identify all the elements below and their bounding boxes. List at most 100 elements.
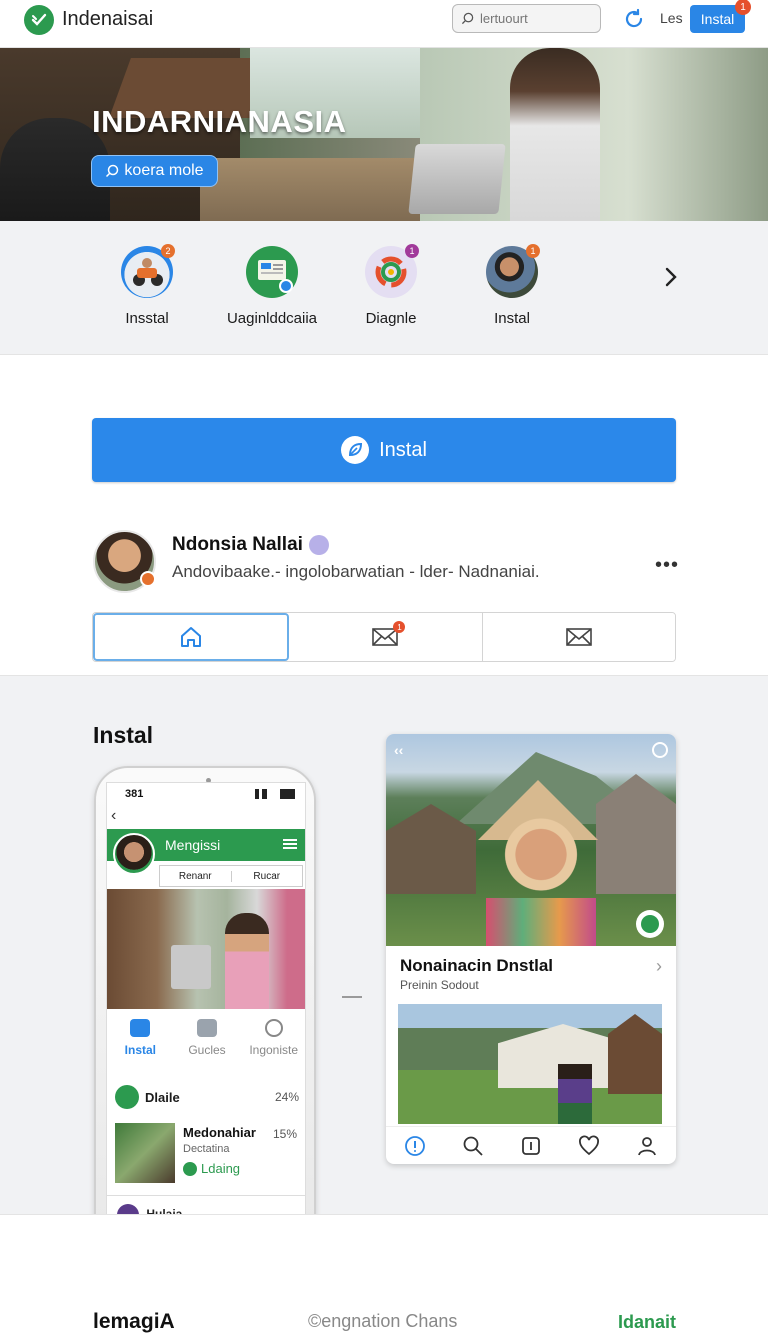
tab-home[interactable]	[93, 613, 290, 661]
profile-name: Ndonsia Nallai	[172, 534, 329, 556]
phone-tab-ingoniste[interactable]: Ingoniste	[240, 1015, 305, 1065]
hero-laptop	[408, 144, 506, 214]
section-title: Instal	[93, 722, 154, 748]
phone-tab-label: Ingoniste	[249, 1043, 299, 1057]
post-card[interactable]: ‹‹ Nonainacin Dnstlal Preinin Sodout ›	[386, 734, 676, 1164]
verified-icon	[308, 535, 329, 555]
card-status: Ldaing	[183, 1161, 240, 1176]
info-circle-icon	[405, 1135, 425, 1156]
footer-center: ©engnation Chans	[308, 1311, 458, 1331]
list-card[interactable]: Medonahiar Dectatina Ldaing 15%	[115, 1123, 305, 1187]
person-shape	[225, 913, 269, 1009]
list-item-label: Dlaile	[145, 1089, 180, 1105]
refresh-icon[interactable]	[622, 7, 646, 31]
category-item-diagnle[interactable]: 1 Diagnle	[331, 244, 451, 327]
profile-name-text: Ndonsia Nallai	[172, 534, 303, 555]
post-subtitle: Preinin Sodout	[400, 978, 479, 992]
category-item-uaginlddcaiia[interactable]: Uaginlddcaiia	[212, 246, 332, 327]
list-item-percent: 24%	[274, 1090, 299, 1104]
footer-right[interactable]: Idanait	[618, 1312, 676, 1333]
top-bar: Indenaisai Les Instal 1	[0, 0, 768, 48]
nav-search[interactable]	[444, 1127, 502, 1164]
menu-icon[interactable]	[283, 839, 297, 849]
back-icon[interactable]: ‹‹	[394, 742, 403, 758]
category-label: Uaginlddcaiia	[226, 310, 318, 327]
category-label: Instal	[494, 310, 530, 327]
check-icon	[183, 1161, 197, 1176]
hero-search-button[interactable]: koera mole	[91, 155, 218, 187]
tab-messages[interactable]: 1	[289, 613, 483, 661]
category-row: 2 Insstal Uaginlddcaiia 1 Diagnle 1 Inst…	[0, 221, 768, 354]
dashboard-icon	[246, 246, 298, 298]
install-button-label: Instal	[700, 11, 735, 27]
card-title: Medonahiar	[183, 1125, 256, 1140]
category-item-install[interactable]: 2 Insstal	[87, 244, 207, 327]
phone-filter-row: Renanr Rucar	[159, 865, 303, 887]
notification-badge: 1	[393, 621, 406, 633]
person-shape	[558, 1064, 592, 1124]
nav-like[interactable]	[560, 1127, 618, 1164]
phone-tab-instal[interactable]: Instal	[107, 1015, 174, 1065]
nav-add[interactable]	[502, 1127, 560, 1164]
phone-screen: 381 ‹ Mengissi Renanr Rucar Instal Gucle…	[106, 782, 306, 1222]
search-box[interactable]	[452, 4, 601, 33]
post-photo-secondary	[398, 1004, 662, 1124]
status-dot	[140, 571, 156, 587]
hero-banner: INDARNIANASIA koera mole	[0, 48, 768, 221]
home-icon	[130, 1019, 151, 1037]
card-percent: 15%	[272, 1127, 297, 1141]
tab-inbox[interactable]	[482, 613, 675, 661]
back-icon[interactable]: ‹	[111, 807, 116, 825]
laptop-shape	[171, 945, 211, 989]
category-badge: 1	[405, 244, 419, 258]
hut-shape	[386, 804, 476, 894]
hero-woman-figure	[510, 48, 600, 221]
chevron-right-icon[interactable]	[660, 266, 682, 288]
brand-logo-icon[interactable]	[24, 5, 54, 35]
category-item-instal[interactable]: 1 Instal	[452, 244, 572, 327]
post-nav-bar	[386, 1126, 676, 1164]
card-thumbnail	[115, 1123, 175, 1183]
install-button-main[interactable]: Instal	[92, 418, 676, 482]
footer: lemagiA ©engnation Chans Idanait	[0, 1214, 768, 1344]
chevron-right-icon[interactable]: ›	[656, 956, 662, 977]
verified-badge-icon	[636, 910, 664, 938]
card-status-label: Ldaing	[201, 1161, 241, 1176]
search-icon	[463, 1136, 483, 1156]
user-icon	[264, 1019, 283, 1037]
heart-icon	[579, 1135, 599, 1155]
install-button-label: Instal	[379, 438, 427, 461]
phone-mockup: 381 ‹ Mengissi Renanr Rucar Instal Gucle…	[94, 766, 316, 1276]
phone-time: 381	[125, 788, 144, 800]
signal-icon	[255, 789, 295, 799]
more-options-icon[interactable]: •••	[655, 554, 679, 577]
nav-profile[interactable]	[618, 1127, 676, 1164]
phone-photo	[107, 889, 305, 1009]
list-icon	[115, 1085, 139, 1109]
phone-header-title: Mengissi	[165, 837, 221, 853]
nav-info[interactable]	[386, 1127, 444, 1164]
leaf-icon	[341, 436, 370, 464]
avatar[interactable]	[113, 833, 155, 875]
search-input[interactable]	[480, 11, 600, 26]
add-square-icon	[522, 1136, 540, 1155]
phone-tab-gucles[interactable]: Gucles	[174, 1015, 241, 1065]
footer-left[interactable]: lemagiA	[93, 1310, 175, 1334]
phone-tab-label: Gucles	[188, 1043, 226, 1057]
store-icon	[197, 1019, 217, 1037]
profile-card: Instal Ndonsia Nallai Andovibaake.- ingo…	[0, 354, 768, 676]
avatar[interactable]	[93, 530, 156, 593]
category-badge: 1	[526, 244, 540, 258]
info-icon[interactable]	[652, 742, 668, 758]
action-tabs: 1	[92, 612, 676, 662]
phone-tabs: Instal Gucles Ingoniste	[107, 1015, 305, 1065]
divider	[342, 996, 362, 998]
list-item[interactable]: Dlaile 24%	[115, 1085, 299, 1109]
house-shape	[608, 1014, 662, 1094]
google-g-icon: 1	[365, 244, 419, 298]
les-link[interactable]: Les	[660, 10, 683, 26]
install-button-top[interactable]: Instal 1	[690, 0, 751, 33]
filter-right[interactable]: Rucar	[232, 871, 303, 882]
filter-left[interactable]: Renanr	[160, 870, 232, 882]
brand-name: Indenaisai	[62, 8, 154, 30]
